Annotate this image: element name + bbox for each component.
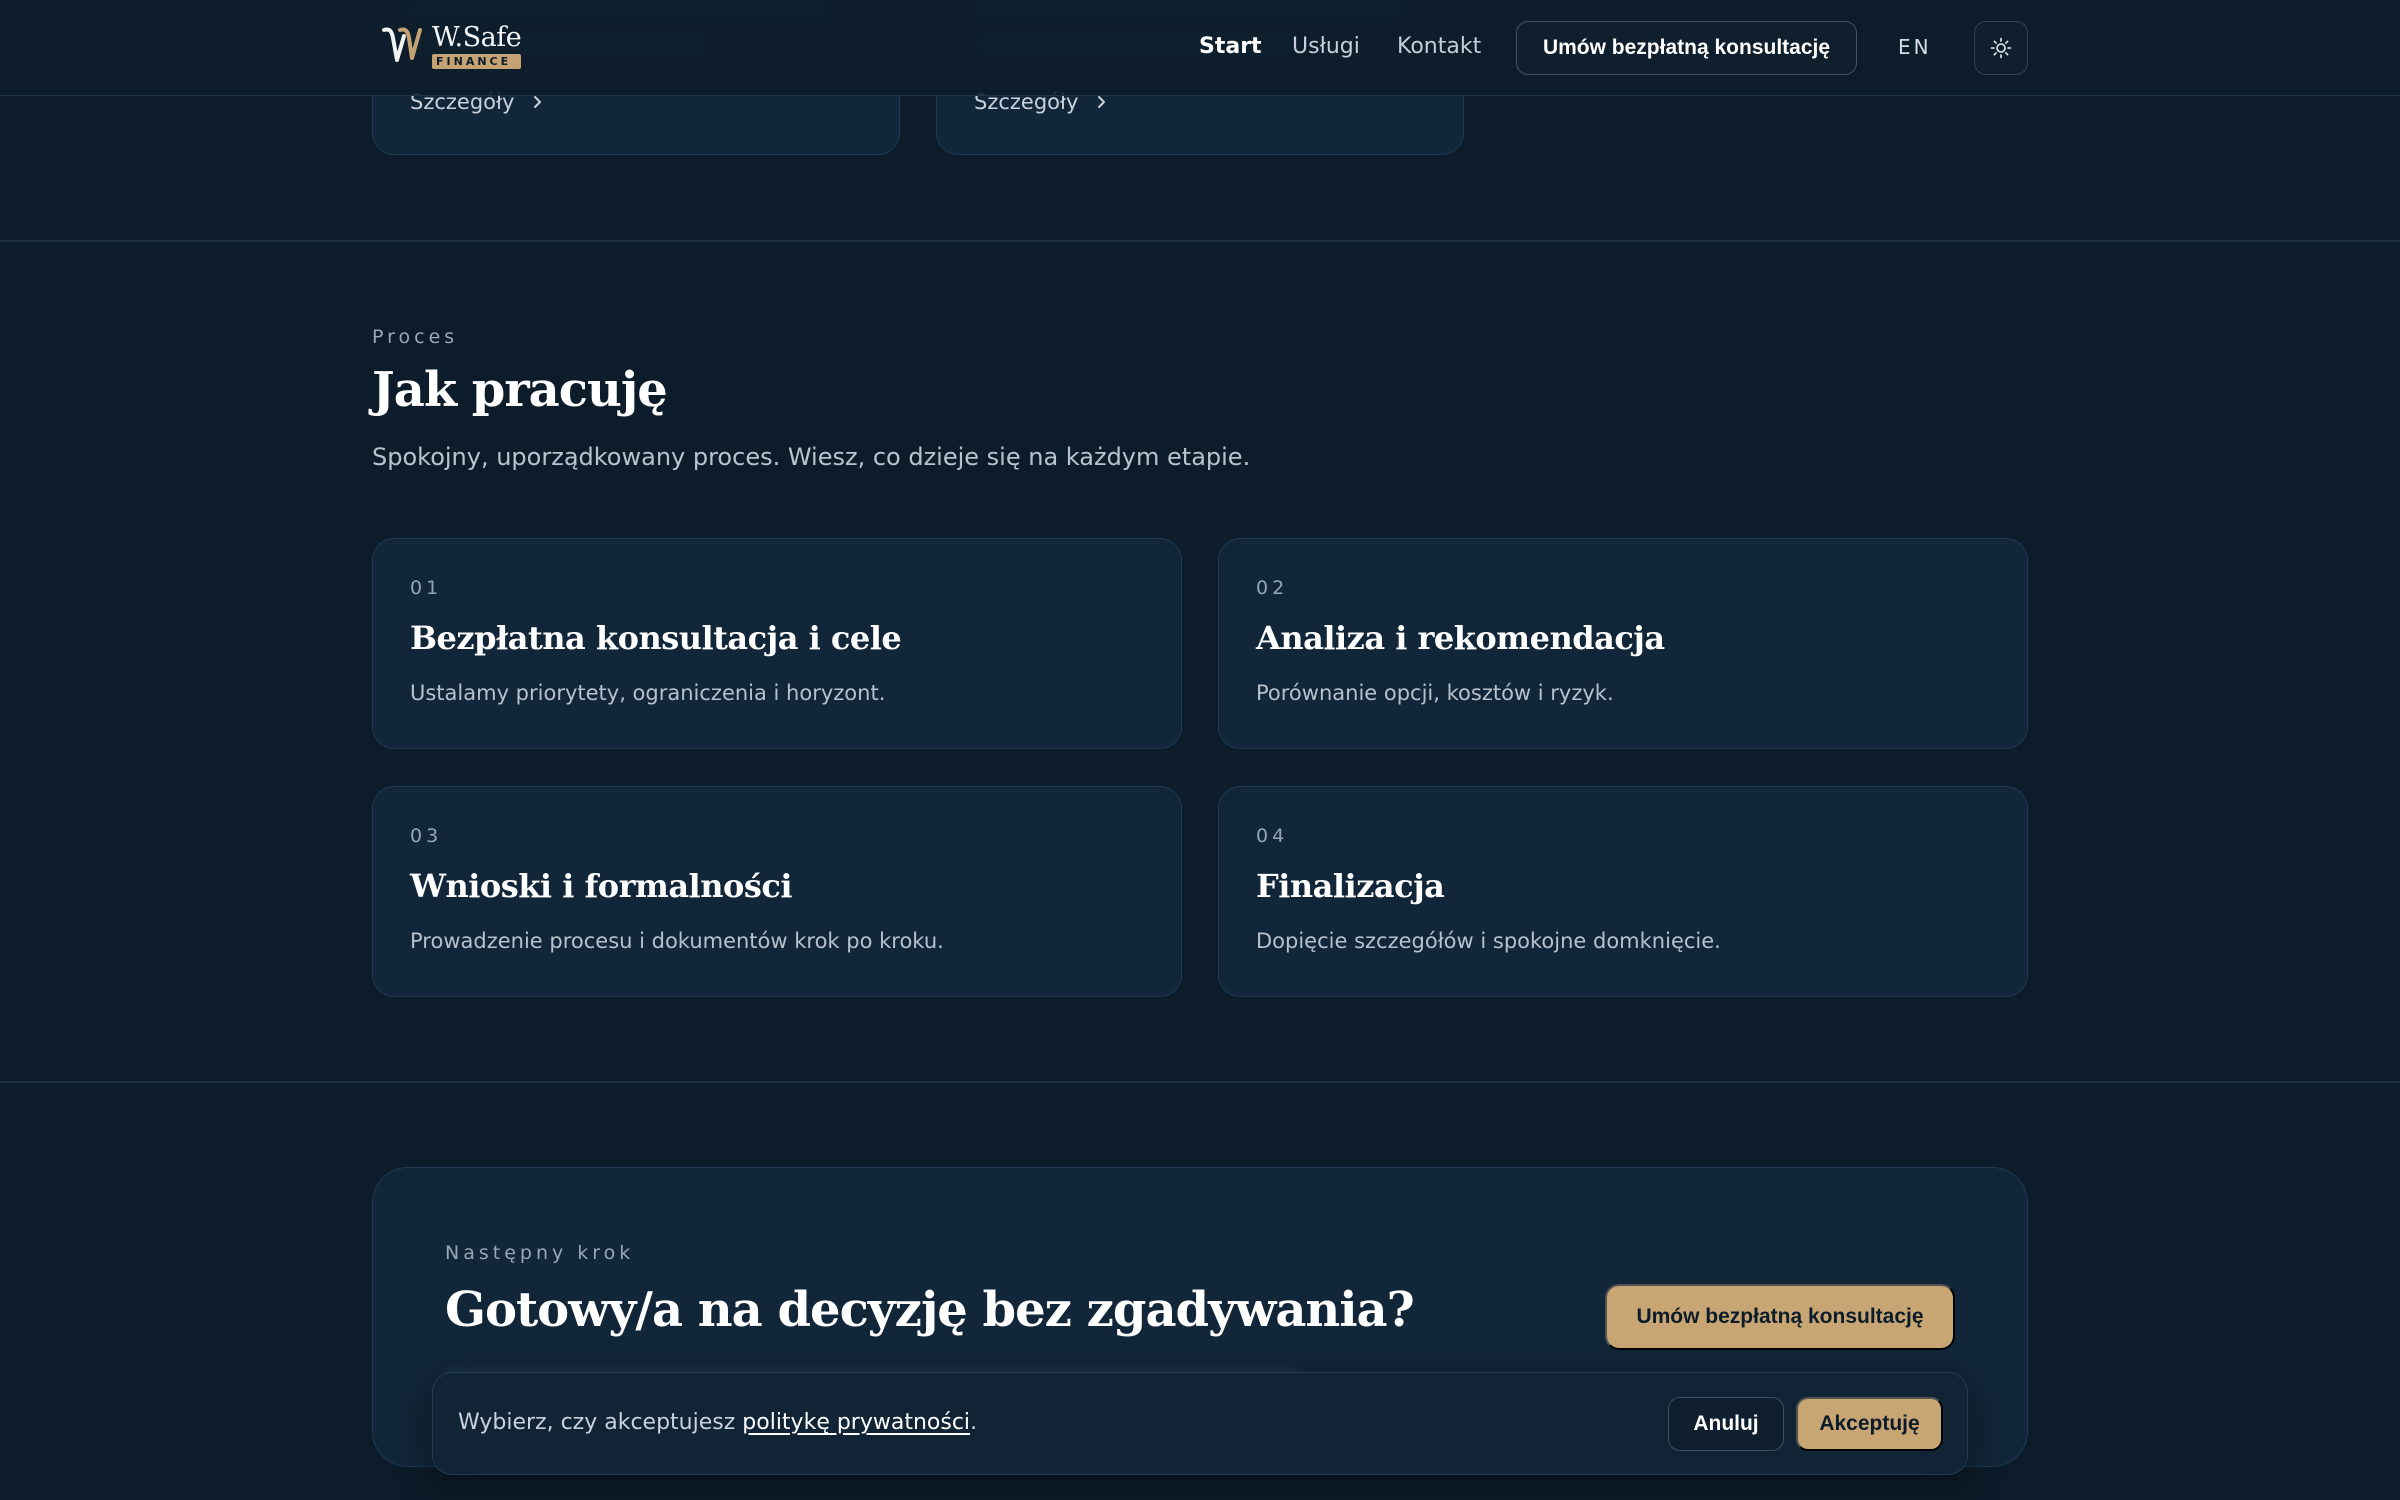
- sun-icon: [1990, 37, 2012, 59]
- process-subtitle: Spokojny, uporządkowany proces. Wiesz, c…: [372, 443, 1251, 471]
- nav-link-kontakt[interactable]: Kontakt: [1397, 34, 1481, 59]
- process-eyebrow: Proces: [372, 326, 459, 348]
- site-header: W.Safe FINANCE Start Usługi Kontakt Umów…: [0, 0, 2400, 96]
- step-title: Wnioski i formalności: [410, 867, 792, 905]
- book-consultation-button[interactable]: Umów bezpłatną konsultację: [1516, 21, 1857, 75]
- process-step-card: 02 Analiza i rekomendacja Porównanie opc…: [1218, 538, 2028, 749]
- cta-eyebrow: Następny krok: [445, 1242, 635, 1264]
- page: Szczegóły Szczegóły W.Safe FINANCE Start…: [0, 0, 2400, 1500]
- chevron-right-icon: [534, 96, 542, 108]
- cookie-accept-button[interactable]: Akceptuję: [1796, 1397, 1943, 1451]
- process-step-card: 04 Finalizacja Dopięcie szczegółów i spo…: [1218, 786, 2028, 997]
- cookie-message: Wybierz, czy akceptujesz politykę prywat…: [458, 1410, 977, 1435]
- step-title: Bezpłatna konsultacja i cele: [410, 619, 902, 657]
- step-number: 04: [1256, 825, 1289, 847]
- theme-toggle-button[interactable]: [1974, 21, 2028, 75]
- step-number: 02: [1256, 577, 1289, 599]
- process-step-card: 03 Wnioski i formalności Prowadzenie pro…: [372, 786, 1182, 997]
- privacy-policy-link[interactable]: politykę prywatności: [742, 1410, 970, 1435]
- step-description: Dopięcie szczegółów i spokojne domknięci…: [1256, 929, 1721, 953]
- language-switch[interactable]: EN: [1898, 35, 1932, 59]
- step-description: Porównanie opcji, kosztów i ryzyk.: [1256, 681, 1614, 705]
- nav-link-start[interactable]: Start: [1199, 34, 1262, 59]
- process-step-card: 01 Bezpłatna konsultacja i cele Ustalamy…: [372, 538, 1182, 749]
- nav-link-uslugi[interactable]: Usługi: [1292, 34, 1360, 59]
- cookie-cancel-button[interactable]: Anuluj: [1668, 1397, 1784, 1451]
- cookie-banner: Wybierz, czy akceptujesz politykę prywat…: [432, 1372, 1968, 1475]
- section-divider: [0, 1081, 2400, 1083]
- cta-book-consultation-button[interactable]: Umów bezpłatną konsultację: [1605, 1284, 1955, 1350]
- step-number: 01: [410, 577, 443, 599]
- step-title: Finalizacja: [1256, 867, 1445, 905]
- logo-subtitle: FINANCE: [432, 53, 522, 69]
- cta-title: Gotowy/a na decyzję bez zgadywania?: [445, 1282, 1415, 1338]
- step-number: 03: [410, 825, 443, 847]
- cookie-text-before: Wybierz, czy akceptujesz: [458, 1410, 743, 1435]
- section-divider: [0, 240, 2400, 242]
- step-description: Ustalamy priorytety, ograniczenia i hory…: [410, 681, 886, 705]
- logo-name: W.Safe: [432, 21, 522, 53]
- logo[interactable]: W.Safe FINANCE: [380, 21, 522, 70]
- step-title: Analiza i rekomendacja: [1256, 619, 1665, 657]
- chevron-right-icon: [1098, 96, 1106, 108]
- cookie-text-after: .: [970, 1410, 978, 1435]
- logo-mark-icon: [382, 27, 422, 62]
- process-title: Jak pracuję: [372, 362, 668, 418]
- step-description: Prowadzenie procesu i dokumentów krok po…: [410, 929, 944, 953]
